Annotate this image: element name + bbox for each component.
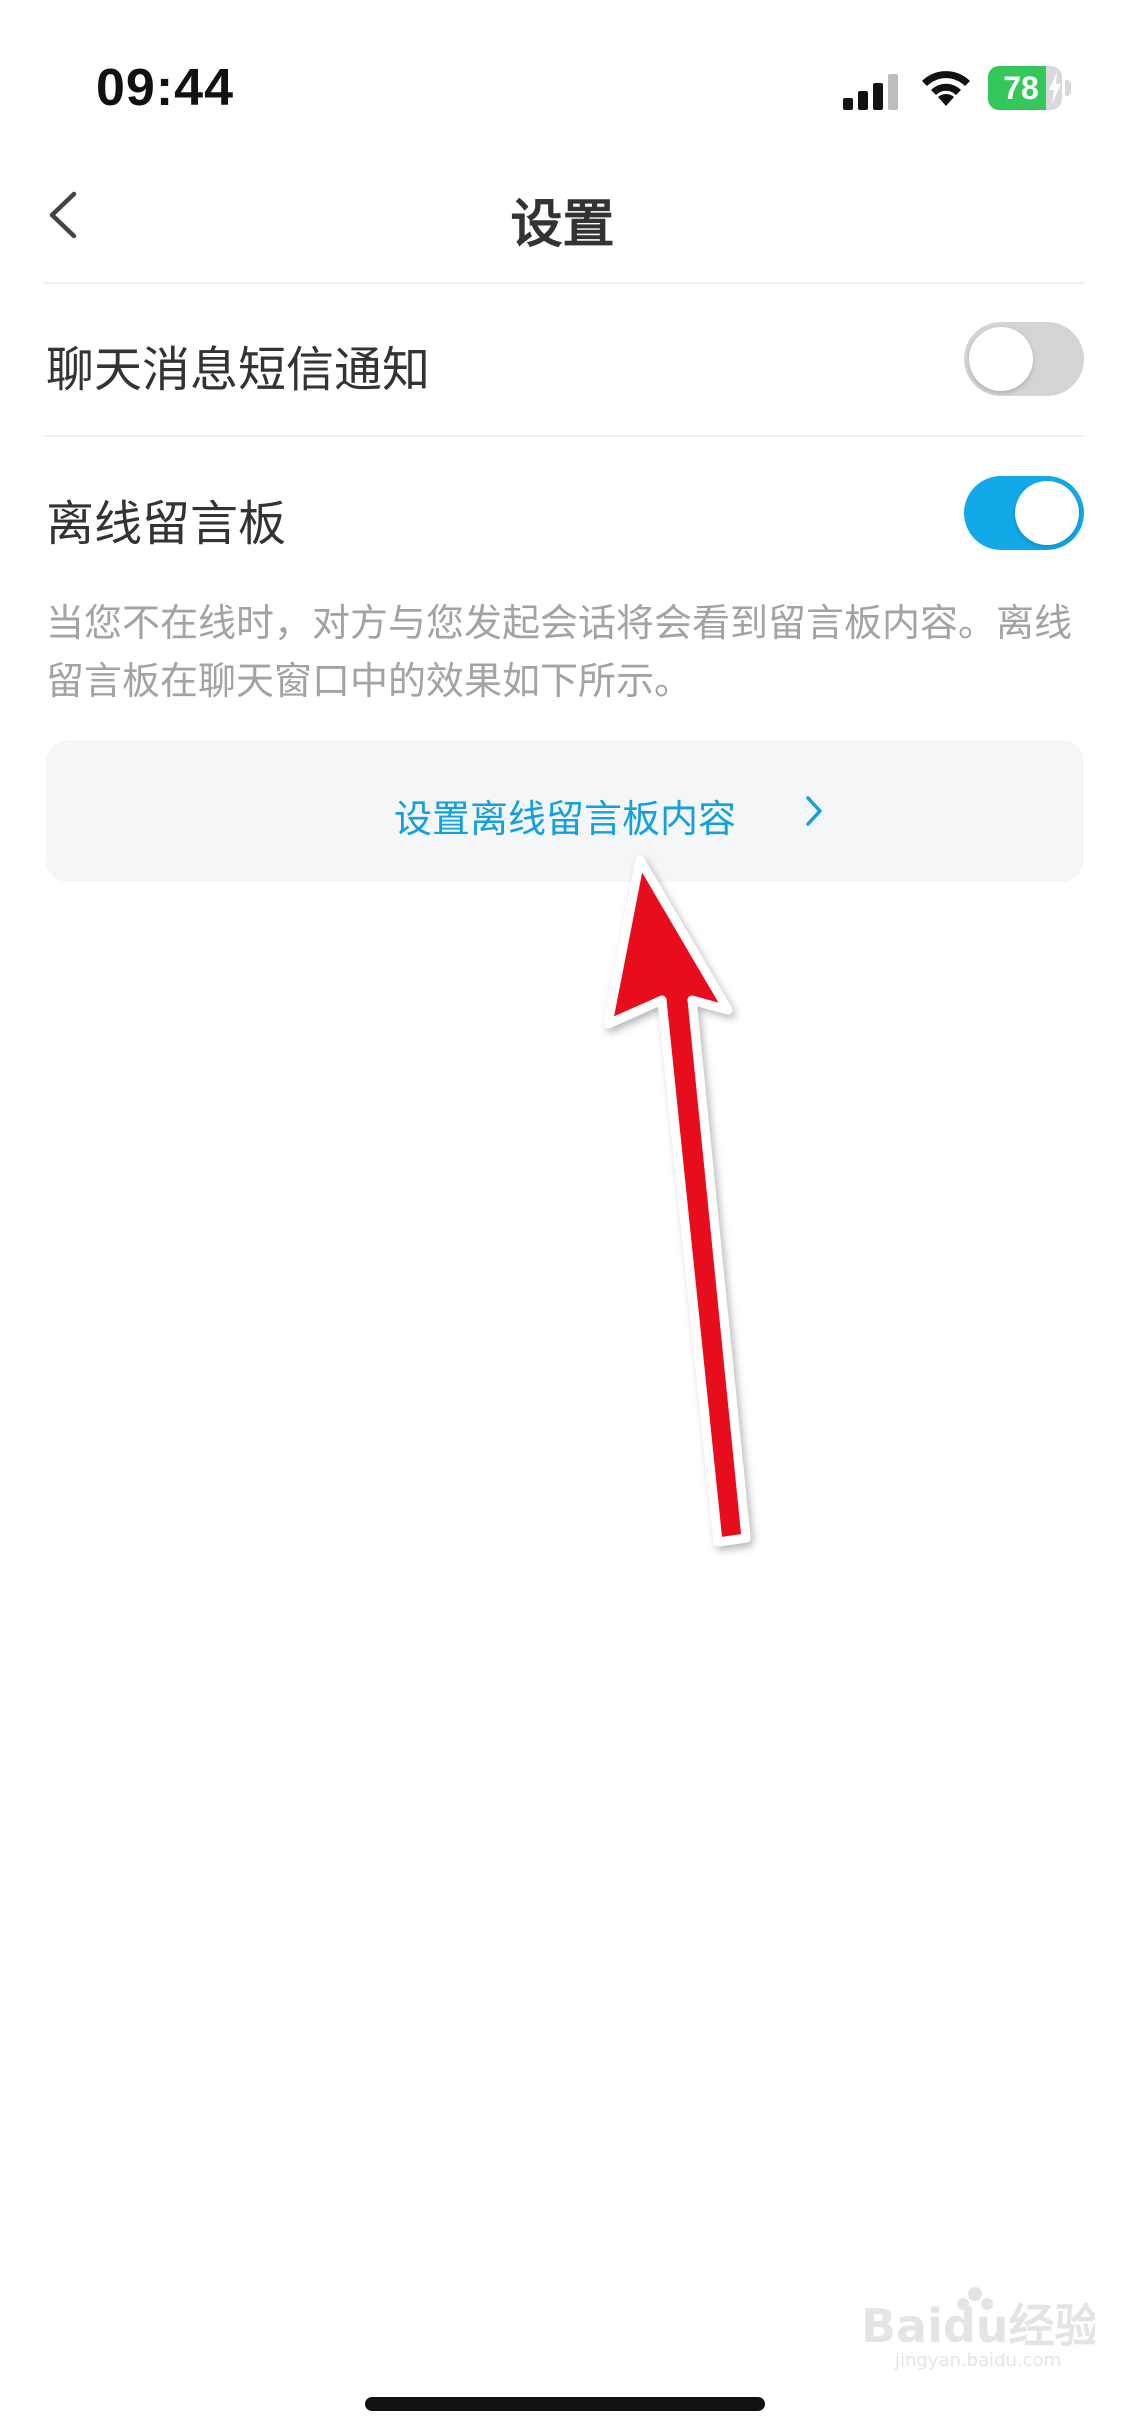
offline-board-toggle[interactable] <box>964 476 1084 550</box>
wifi-icon <box>922 71 970 106</box>
row-divider <box>44 435 1084 437</box>
toggle-knob <box>969 327 1033 391</box>
watermark-text: Baidu经验 <box>861 2299 1095 2353</box>
page-title: 设置 <box>510 195 615 255</box>
offline-board-description: 当您不在线时，对方与您发起会话将会看到留言板内容。离线留言板在聊天窗口中的效果如… <box>46 601 1073 703</box>
toggle-knob <box>1015 481 1079 545</box>
cellular-signal-icon <box>843 74 898 110</box>
offline-board-label: 离线留言板 <box>46 496 287 552</box>
battery-icon: 78 <box>988 66 1074 110</box>
status-time: 09:44 <box>96 59 234 117</box>
battery-cap <box>1065 80 1071 96</box>
battery-body: 78 <box>988 66 1062 110</box>
battery-percent: 78 <box>1003 70 1039 106</box>
sms-notification-toggle[interactable] <box>964 322 1084 396</box>
set-offline-board-content-button[interactable]: 设置离线留言板内容 <box>46 740 1084 882</box>
header-divider <box>44 282 1084 284</box>
charging-bolt-icon <box>1049 72 1061 104</box>
watermark-url: jingyan.baidu.com <box>894 2350 1061 2370</box>
sms-notification-label: 聊天消息短信通知 <box>46 342 431 398</box>
chevron-right-icon <box>806 796 822 826</box>
baidu-jingyan-watermark: Baidu经验 jingyan.baidu.com <box>861 2287 1095 2370</box>
home-indicator[interactable] <box>365 2397 765 2411</box>
set-content-label: 设置离线留言板内容 <box>393 797 736 841</box>
